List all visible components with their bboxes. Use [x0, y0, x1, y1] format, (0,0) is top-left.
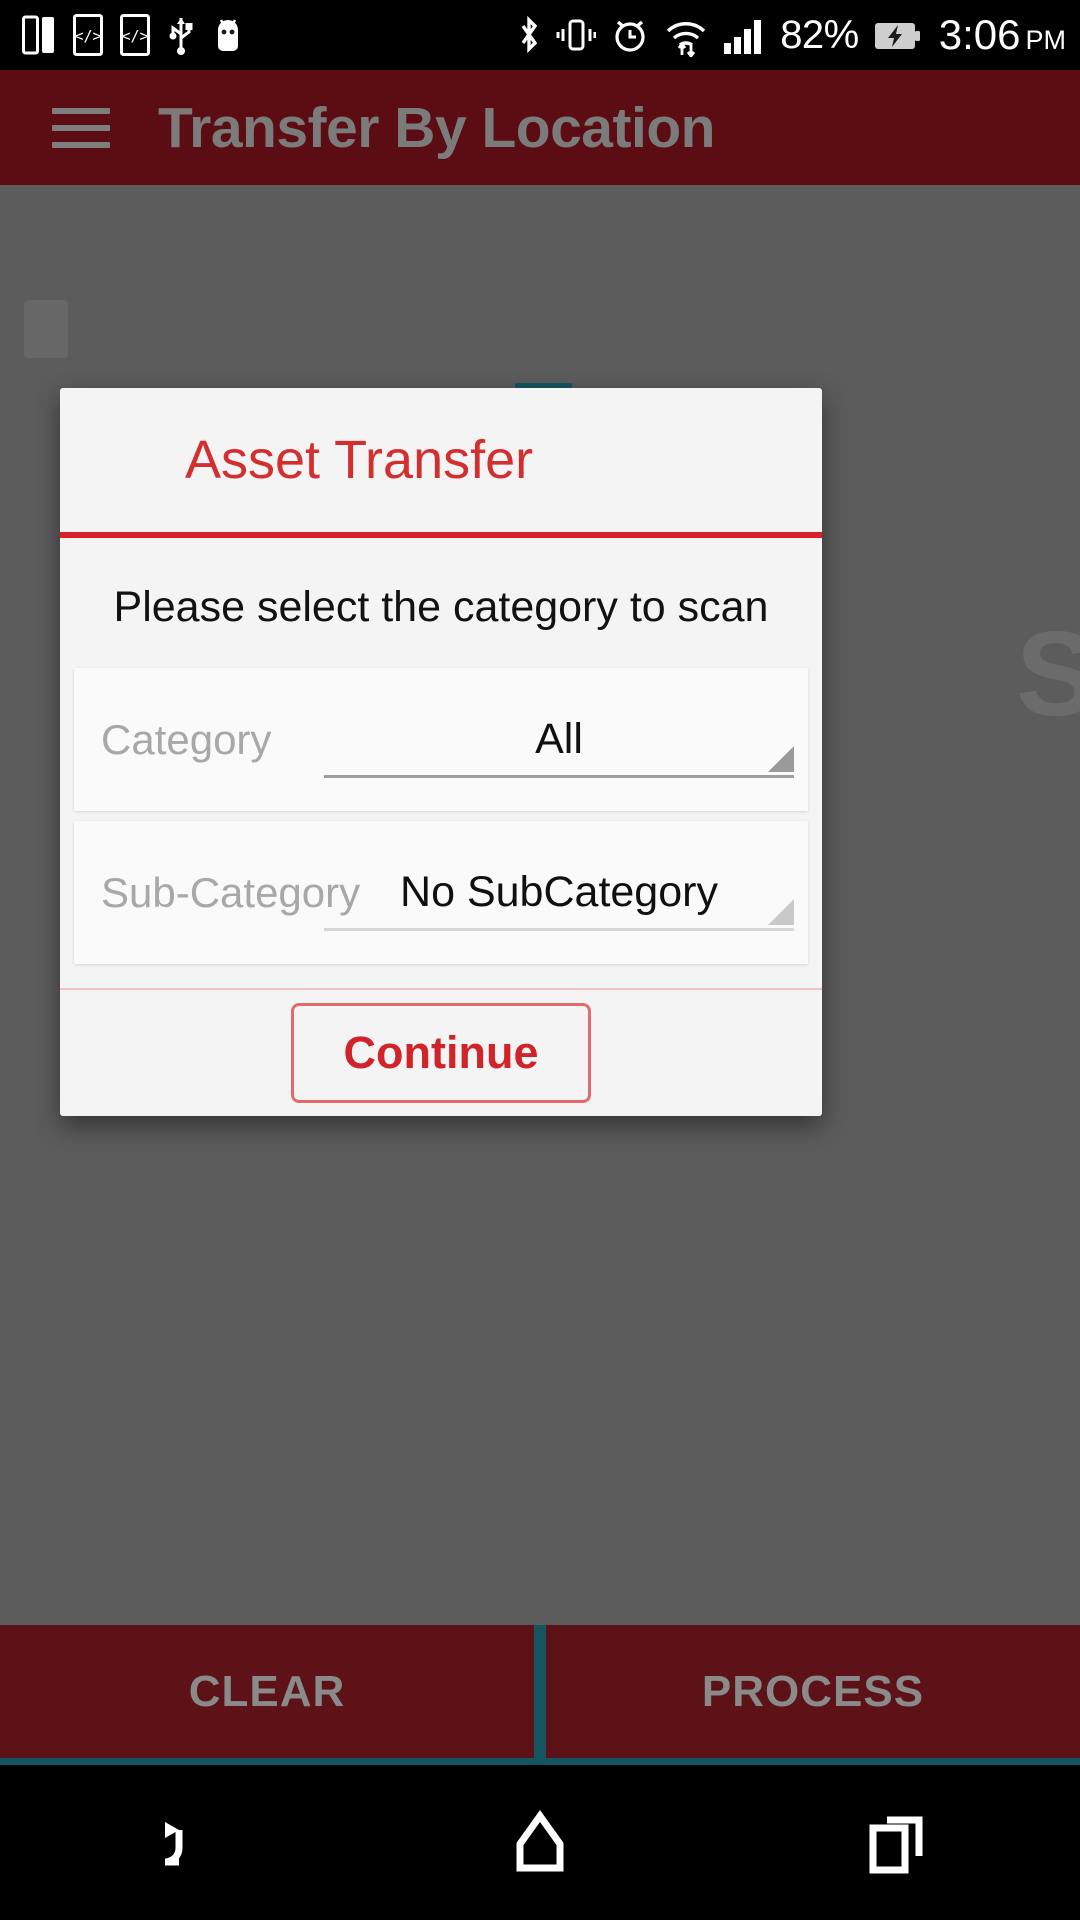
dialog-footer: Continue: [60, 990, 822, 1116]
home-icon[interactable]: [480, 1798, 600, 1888]
subcategory-label: Sub-Category: [101, 868, 361, 916]
wifi-data-transfer-icon: [667, 22, 706, 57]
developer-code-icon: </>: [73, 14, 103, 56]
status-bar-left-icons: </> </>: [22, 14, 244, 56]
clock-ampm: PM: [1025, 25, 1067, 55]
vibrate-icon: [556, 19, 597, 51]
subcategory-spinner[interactable]: No SubCategory: [324, 868, 794, 931]
subcategory-spinner-card[interactable]: Sub-Category No SubCategory: [74, 821, 808, 964]
category-label: Category: [101, 715, 272, 763]
subcategory-value: No SubCategory: [400, 868, 718, 916]
signal-bars-icon: [724, 20, 762, 54]
process-button[interactable]: PROCESS: [540, 1625, 1080, 1765]
dialog-instruction-text: Please select the category to scan: [113, 583, 769, 631]
asset-transfer-dialog: Asset Transfer Please select the categor…: [60, 388, 822, 1116]
battery-percent-label: 82%: [780, 13, 859, 57]
svg-text:</>: </>: [121, 27, 148, 45]
developer-code-icon-2: </>: [120, 14, 150, 56]
category-spinner-card[interactable]: Category All: [74, 668, 808, 811]
status-bar-right-icons: 82% 3:06 PM: [516, 13, 1066, 57]
multi-window-icon: [22, 15, 54, 55]
svg-text:</>: </>: [74, 27, 101, 45]
category-value: All: [535, 715, 583, 763]
ghost-background-shape-right: S: [1016, 607, 1080, 741]
recent-apps-icon[interactable]: [840, 1798, 960, 1888]
clock-time: 3:06: [938, 11, 1021, 58]
bluetooth-icon: [521, 15, 538, 54]
spinner-caret-icon: [768, 899, 794, 925]
continue-button[interactable]: Continue: [291, 1003, 591, 1103]
system-navigation-bar: [0, 1765, 1080, 1920]
category-spinner[interactable]: All: [324, 715, 794, 778]
status-bar: </> </> 82% 3:06 PM: [0, 0, 1080, 70]
dialog-title: Asset Transfer: [185, 430, 534, 490]
spinner-caret-icon: [768, 746, 794, 772]
usb-icon: [169, 18, 193, 55]
page-title: Transfer By Location: [158, 95, 715, 160]
dialog-title-bar: Asset Transfer: [60, 388, 822, 532]
clock: 3:06 PM: [935, 14, 1066, 56]
android-debug-icon: [218, 19, 238, 51]
alarm-icon: [615, 20, 645, 52]
back-arrow-icon[interactable]: [120, 1798, 240, 1888]
bottom-action-bar: CLEAR PROCESS: [0, 1625, 1080, 1765]
battery-charging-icon: [874, 23, 920, 49]
clear-button[interactable]: CLEAR: [0, 1625, 540, 1765]
ghost-background-shape-left: [24, 300, 68, 358]
app-bar: Transfer By Location: [0, 70, 1080, 185]
hamburger-menu-icon[interactable]: [52, 107, 110, 148]
